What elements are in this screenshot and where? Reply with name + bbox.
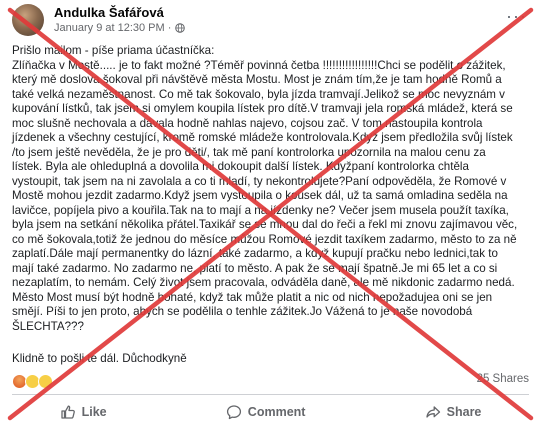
post-header: Andulka Šafářová January 9 at 12:30 PM · [12, 2, 186, 38]
reaction-summary[interactable] [12, 374, 53, 389]
thumbs-up-icon [60, 405, 75, 419]
post-timeline: January 9 at 12:30 PM · [54, 21, 186, 35]
sad-reaction-icon [38, 374, 53, 389]
post-body-line: moc slušně nechovala a dávala hodně nahl… [12, 116, 483, 130]
author-avatar[interactable] [12, 4, 44, 36]
facebook-post: Andulka Šafářová January 9 at 12:30 PM ·… [0, 0, 541, 428]
post-body-line: smějí. Píši to jen proto, abych se poděl… [12, 305, 473, 318]
like-button[interactable]: Like [60, 404, 107, 420]
comment-button[interactable]: Comment [226, 404, 306, 420]
post-body-line: kupování lístků, tak jsem si omylem koup… [12, 102, 513, 115]
post-signoff: Klidně to pošli te dál. Důchodkyně [12, 352, 187, 365]
author-name[interactable]: Andulka Šafářová [54, 5, 185, 21]
share-count[interactable]: 25 Shares [477, 373, 529, 385]
post-body-line: co mě šokovala,totiž že jednou do měsíce… [12, 232, 517, 246]
post-actions: Like Comment Share [0, 398, 541, 426]
post-body-line: mají také zadarmo. No zadarmo ne, platí … [12, 261, 498, 275]
share-label: Share [446, 405, 482, 419]
action-divider [12, 394, 529, 395]
post-body-line: ŠLECHTA??? [12, 319, 84, 333]
post-body-line: který mě doslova šokoval při návštěvě mě… [12, 73, 502, 86]
share-arrow-icon [425, 406, 440, 418]
comment-label: Comment [247, 405, 306, 419]
globe-icon [175, 23, 186, 33]
share-button[interactable]: Share [425, 404, 482, 420]
post-body-line: Zlíňačka v Mostě..... je to fakt možné ?… [12, 58, 506, 72]
like-label: Like [81, 405, 107, 419]
comment-icon [226, 405, 241, 420]
post-meta: Andulka Šafářová January 9 at 12:30 PM · [54, 5, 186, 35]
post-body-line: /to jsem ještě nevěděla, že je pro děti/… [12, 145, 486, 159]
timestamp[interactable]: January 9 at 12:30 PM [54, 21, 165, 35]
post-body-line: jízdenek a všechny cestující, kromě roms… [12, 131, 513, 144]
more-options-icon[interactable]: ··· [506, 6, 527, 27]
post-body-line: byla jsem na setkání několika přátel.Tax… [12, 218, 518, 231]
post-body-line: zaplatí.Dále mají permanentky do lázní, … [12, 247, 498, 260]
post-body-line: vystoupit, tak jsem na ni zavolala a co … [12, 174, 507, 188]
post-body-line: lavičce, popíjela pivo a kouřila.Tak na … [12, 203, 509, 217]
post-body-line: také velká nezaměstnanost. Co mě tak šok… [12, 87, 505, 101]
post-body: Prišlo mailom - píše priama účastníčka: Z… [12, 44, 532, 334]
separator-dot: · [167, 22, 172, 34]
post-body-line: nezaplatím, to nemám. Celý život jsem pr… [12, 276, 515, 289]
post-body-line: Mostě mohou jezdit zadarmo.Když jsem vys… [12, 189, 508, 202]
post-body-line: Město Most musí být hodně bohaté, když t… [12, 290, 493, 304]
post-body-line: lístek. Byla ale ohleduplná a dovolila m… [12, 160, 469, 173]
post-body-line: Prišlo mailom - píše priama účastníčka: [12, 44, 215, 57]
